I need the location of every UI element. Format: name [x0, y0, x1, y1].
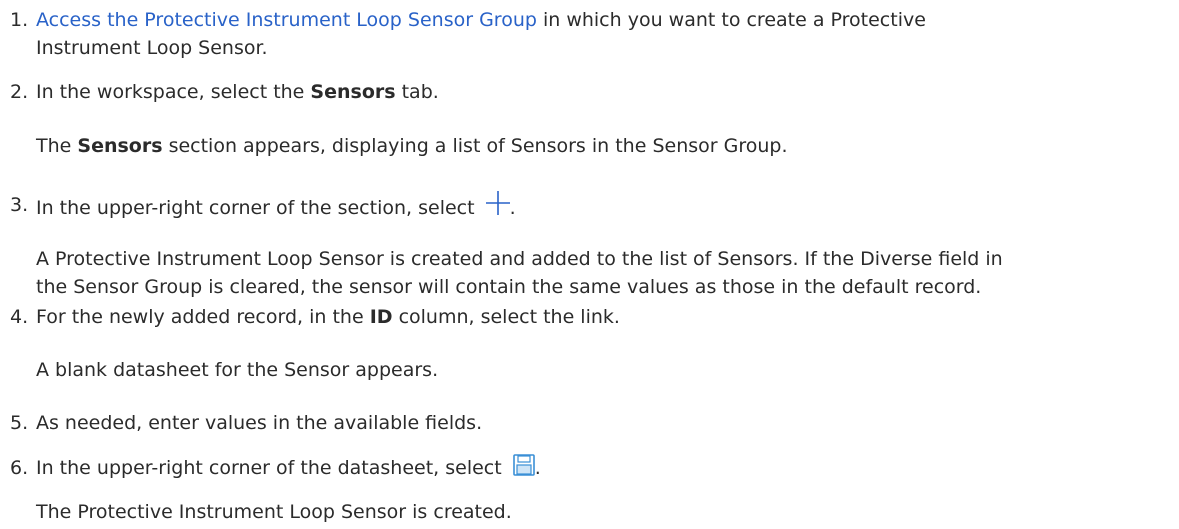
step-3-text-before: In the upper-right corner of the section…	[36, 197, 481, 219]
step-3-text-after: .	[509, 197, 516, 219]
step-1-text: Access the Protective Instrument Loop Se…	[36, 6, 1176, 34]
step-2-result-rest: section appears, displaying a list of Se…	[162, 135, 788, 157]
step-4-text: For the newly added record, in the ID co…	[36, 303, 1176, 331]
step-2-text-before: In the workspace, select the	[36, 81, 311, 103]
step-3-text: In the upper-right corner of the section…	[36, 191, 1176, 222]
plus-icon	[485, 191, 510, 215]
step-6-result-text: The Protective Instrument Loop Sensor is…	[36, 501, 512, 523]
sensors-section-label: Sensors	[77, 135, 163, 157]
sensors-tab-label: Sensors	[310, 81, 396, 103]
step-4-result-text: A blank datasheet for the Sensor appears…	[36, 359, 439, 381]
step-1-text-after-link: in which you want to create a Protective	[536, 9, 926, 31]
id-column-label: ID	[369, 306, 393, 328]
step-2-result-text: The Sensors section appears, displaying …	[36, 132, 1176, 160]
step-2-text-after: tab.	[395, 81, 439, 103]
step-2-result-prefix: The	[36, 135, 78, 157]
procedure-document: 1. Access the Protective Instrument Loop…	[0, 0, 1179, 529]
step-6-text-before: In the upper-right corner of the datashe…	[36, 457, 508, 479]
step-5-text: As needed, enter values in the available…	[36, 412, 483, 434]
step-4-text-after: column, select the link.	[392, 306, 620, 328]
save-icon	[512, 454, 535, 476]
step-3-result-line2: the Sensor Group is cleared, the sensor …	[36, 276, 982, 298]
step-4-text-before: For the newly added record, in the	[36, 306, 370, 328]
access-sensor-group-link[interactable]: Access the Protective Instrument Loop Se…	[36, 9, 537, 31]
step-6-text-after: .	[534, 457, 541, 479]
step-3-result-line1: A Protective Instrument Loop Sensor is c…	[36, 248, 1003, 270]
step-1-text-line2: Instrument Loop Sensor.	[36, 37, 268, 59]
step-2-text: In the workspace, select the Sensors tab…	[36, 78, 1176, 106]
step-6-text: In the upper-right corner of the datashe…	[36, 454, 1176, 482]
